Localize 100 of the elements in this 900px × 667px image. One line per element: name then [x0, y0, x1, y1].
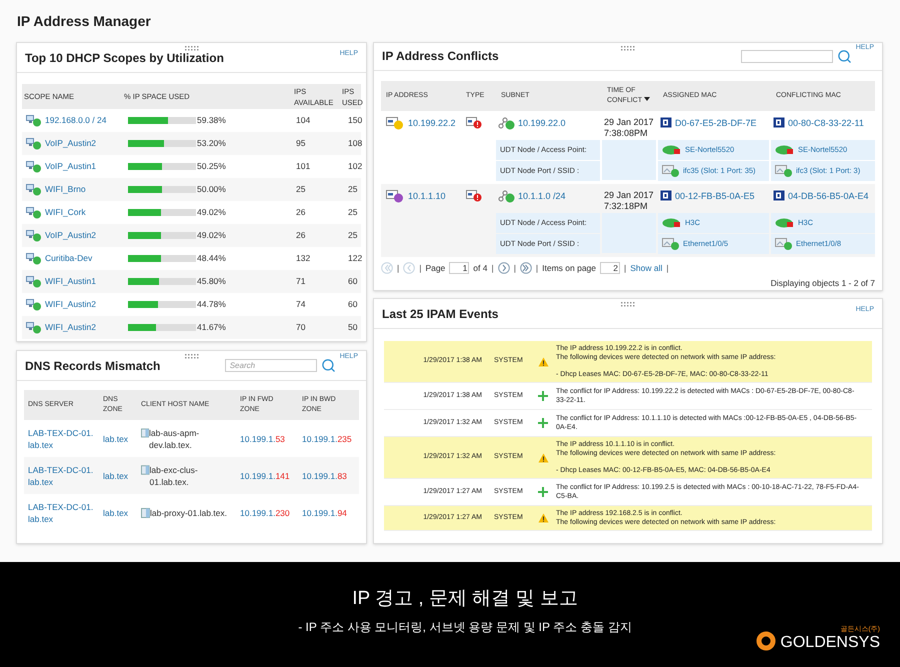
show-all-link[interactable]: Show all — [630, 262, 662, 274]
search-field[interactable] — [740, 50, 833, 63]
dns-zone-link[interactable]: lab.tex — [99, 432, 137, 444]
scope-link[interactable]: VoIP_Austin2 — [45, 137, 96, 150]
pager-separator: | — [666, 262, 669, 274]
scope-link[interactable]: WIFI_Austin1 — [45, 275, 96, 288]
usage-percent: 44.78% — [197, 298, 227, 311]
drag-handle-icon[interactable] — [184, 354, 198, 359]
ips-available: 95 — [295, 137, 306, 150]
fwd-ip-link[interactable]: 10.199.1.53 — [236, 432, 298, 444]
scope-status-icon — [26, 160, 42, 173]
drag-handle-icon[interactable] — [621, 46, 635, 51]
logo-ring-icon — [756, 631, 776, 651]
pager-separator: | — [397, 262, 400, 274]
usage-percent: 48.44% — [197, 252, 227, 265]
subnet-link[interactable]: 10.199.22.0 — [518, 116, 566, 130]
port-status-icon — [775, 164, 793, 176]
drag-handle-icon[interactable] — [184, 46, 198, 51]
scope-link[interactable]: WIFI_Austin2 — [45, 298, 96, 311]
node-status-icon — [775, 218, 795, 228]
pager-separator: | — [536, 262, 538, 274]
usage-percent: 59.38% — [197, 114, 227, 127]
ips-used: 122 — [347, 252, 362, 265]
plus-icon — [538, 391, 548, 401]
bwd-ip-link[interactable]: 10.199.1.235 — [298, 432, 359, 444]
warning-icon — [538, 513, 549, 523]
fwd-ip-link[interactable]: 10.199.1.141 — [236, 470, 298, 482]
dns-server-link[interactable]: LAB-TEX-DC-01.lab.tex — [24, 500, 99, 524]
assigned-mac-link[interactable]: 00-12-FB-B5-0A-E5 — [675, 190, 755, 203]
port-status-icon — [662, 164, 680, 176]
dns-server-link[interactable]: LAB-TEX-DC-01.lab.tex — [24, 464, 99, 488]
ips-available: 71 — [295, 275, 306, 288]
drag-handle-icon[interactable] — [621, 302, 635, 307]
scope-link[interactable]: WIFI_Cork — [45, 206, 86, 219]
pager-input[interactable]: 2 — [600, 262, 620, 274]
previous-page-icon[interactable] — [403, 262, 416, 274]
card-title: IP Address Conflicts — [382, 48, 499, 66]
conflicting-mac-link[interactable]: 00-80-C8-33-22-11 — [788, 116, 864, 130]
dns-zone-link[interactable]: lab.tex — [99, 506, 137, 518]
ips-available: 25 — [295, 183, 306, 196]
ips-used: 25 — [347, 183, 358, 196]
ips-available: 26 — [295, 206, 306, 219]
ips-used: 25 — [347, 229, 358, 242]
conflict-date: 29 Jan 2017 — [604, 190, 655, 200]
ips-used: 60 — [347, 275, 358, 288]
scope-status-icon — [26, 114, 42, 127]
ips-available: 132 — [295, 252, 312, 265]
dns-server-link[interactable]: LAB-TEX-DC-01.lab.tex — [24, 426, 99, 450]
assigned-mac-link[interactable]: D0-67-E5-2B-DF-7E — [675, 116, 757, 130]
scope-status-icon — [26, 137, 42, 150]
search-field[interactable]: Search — [224, 359, 317, 372]
pager-label: of 4 — [473, 262, 488, 274]
node-status-icon — [662, 218, 682, 228]
ips-used: 102 — [347, 160, 362, 173]
port-status-icon — [662, 238, 680, 250]
scope-link[interactable]: 192.168.0.0 / 24 — [45, 114, 106, 127]
scope-status-icon — [26, 275, 42, 288]
node-status-icon — [775, 144, 795, 154]
scope-link[interactable]: VoIP_Austin1 — [45, 160, 96, 173]
ip-address-link[interactable]: 10.1.1.10 — [408, 190, 446, 203]
scope-status-icon — [26, 252, 42, 265]
scope-status-icon — [26, 183, 42, 196]
fwd-ip-link[interactable]: 10.199.1.230 — [236, 506, 298, 518]
search-icon[interactable] — [836, 48, 852, 64]
warning-icon — [538, 452, 549, 462]
scope-status-icon — [26, 206, 42, 219]
conflict-type-icon — [466, 190, 482, 202]
pager-label: Page — [425, 262, 446, 274]
node-status-icon — [662, 144, 682, 154]
scope-link[interactable]: WIFI_Brno — [45, 183, 86, 196]
search-icon[interactable] — [320, 358, 336, 373]
scope-link[interactable]: Curitiba-Dev — [45, 252, 92, 265]
plus-icon — [538, 418, 548, 428]
conflicting-mac-link[interactable]: 04-DB-56-B5-0A-E4 — [788, 190, 869, 203]
vendor-logo-icon — [660, 190, 672, 200]
bwd-ip-link[interactable]: 10.199.1.94 — [298, 506, 359, 518]
client-host-name: lab-exc-clus-01.lab.tex. — [150, 464, 199, 488]
first-page-icon[interactable] — [381, 262, 393, 274]
ips-used: 50 — [347, 321, 358, 334]
bwd-ip-link[interactable]: 10.199.1.83 — [298, 470, 359, 482]
pager-label: Items on page — [542, 262, 596, 274]
ips-used: 108 — [347, 137, 362, 150]
port-status-icon — [775, 238, 793, 250]
usage-percent: 45.80% — [197, 275, 227, 288]
last-page-icon[interactable] — [520, 262, 532, 274]
scope-link[interactable]: WIFI_Austin2 — [45, 321, 96, 334]
scope-status-icon — [26, 298, 42, 311]
usage-percent: 50.00% — [197, 183, 227, 196]
dns-zone-link[interactable]: lab.tex — [99, 470, 137, 482]
conflict-date: 29 Jan 2017 — [604, 116, 655, 128]
subnet-link[interactable]: 10.1.1.0 /24 — [518, 190, 566, 203]
usage-percent: 50.25% — [197, 160, 227, 173]
next-page-icon[interactable] — [498, 262, 510, 274]
scope-link[interactable]: VoIP_Austin2 — [45, 229, 96, 242]
sort-descending-icon[interactable] — [644, 97, 650, 102]
pager-input[interactable]: 1 — [449, 262, 470, 274]
ip-address-link[interactable]: 10.199.22.2 — [408, 116, 456, 130]
ips-available: 101 — [295, 160, 312, 173]
banner-headline: IP 경고 , 문제 해결 및 보고 — [352, 587, 578, 612]
ips-available: 70 — [295, 321, 306, 334]
